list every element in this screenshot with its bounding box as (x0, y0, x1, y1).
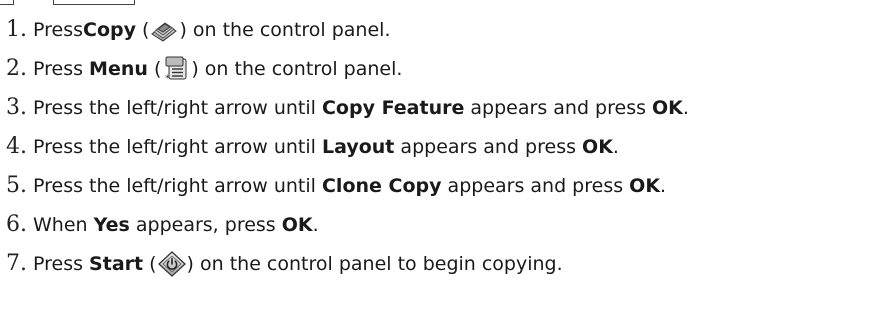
ok-button-name: OK (281, 213, 313, 236)
cropped-box-left (0, 0, 14, 5)
step-text: Press Menu ( * ) on the control panel. (33, 56, 402, 82)
text-segment: appears and press (394, 135, 583, 158)
step-6: 6. When Yes appears, press OK. (6, 205, 885, 244)
text-segment: . (612, 135, 619, 158)
step-1: 1. Press Copy ( ) on the control panel. (6, 10, 885, 49)
step-number: 5. (6, 173, 27, 198)
text-segment: . (682, 96, 689, 119)
step-text: Press the left/right arrow until Copy Fe… (33, 97, 689, 119)
svg-text:*: * (165, 74, 170, 82)
step-text: Press Copy ( ) on the control panel. (33, 17, 391, 43)
text-segment: Press the left/right arrow until (33, 174, 322, 197)
step-text: Press the left/right arrow until Clone C… (33, 175, 666, 197)
step-7: 7. Press Start ( ) on the control panel … (6, 244, 885, 283)
text-segment: ) on the control panel. (179, 18, 391, 41)
step-text: Press the left/right arrow until Layout … (33, 136, 619, 158)
text-segment: Press the left/right arrow until (33, 135, 322, 158)
step-number: 3. (6, 95, 27, 120)
text-segment: ( (143, 252, 157, 275)
text-segment: Press the left/right arrow until (33, 96, 322, 119)
start-icon (157, 250, 186, 277)
step-number: 7. (6, 251, 27, 276)
text-segment: ) on the control panel to begin copying. (186, 252, 563, 275)
text-segment: ) on the control panel. (191, 57, 403, 80)
menu-icon: * (162, 56, 190, 82)
cropped-header-boxes (0, 0, 140, 6)
step-5: 5. Press the left/right arrow until Clon… (6, 166, 885, 205)
step-number: 2. (6, 56, 27, 81)
step-3: 3. Press the left/right arrow until Copy… (6, 88, 885, 127)
text-segment: Press (33, 252, 90, 275)
cropped-box-right (53, 0, 135, 5)
copy-icon (150, 17, 178, 43)
step-number: 4. (6, 134, 27, 159)
text-segment: . (312, 213, 319, 236)
step-number: 1. (6, 17, 27, 42)
option-name: Yes (93, 213, 130, 236)
step-4: 4. Press the left/right arrow until Layo… (6, 127, 885, 166)
ok-button-name: OK (582, 135, 613, 158)
step-text: When Yes appears, press OK. (33, 214, 319, 236)
text-segment: appears and press (464, 96, 653, 119)
text-segment: Press (33, 18, 84, 41)
option-name: Layout (321, 135, 395, 158)
copy-button-name: Copy (83, 18, 136, 41)
start-button-name: Start (89, 252, 144, 275)
text-segment: ( (136, 18, 150, 41)
text-segment: . (660, 174, 667, 197)
instruction-steps: 1. Press Copy ( ) on the control panel. … (6, 10, 885, 283)
ok-button-name: OK (652, 96, 683, 119)
text-segment: appears, press (129, 213, 282, 236)
step-number: 6. (6, 212, 27, 237)
ok-button-name: OK (629, 174, 661, 197)
step-2: 2. Press Menu ( * ) on the control panel… (6, 49, 885, 88)
text-segment: appears and press (441, 174, 630, 197)
option-name: Copy Feature (321, 96, 465, 119)
menu-button-name: Menu (89, 57, 148, 80)
text-segment: When (33, 213, 94, 236)
text-segment: Press (33, 57, 90, 80)
option-name: Clone Copy (321, 174, 442, 197)
text-segment: ( (147, 57, 162, 80)
step-text: Press Start ( ) on the control panel to … (33, 250, 563, 277)
